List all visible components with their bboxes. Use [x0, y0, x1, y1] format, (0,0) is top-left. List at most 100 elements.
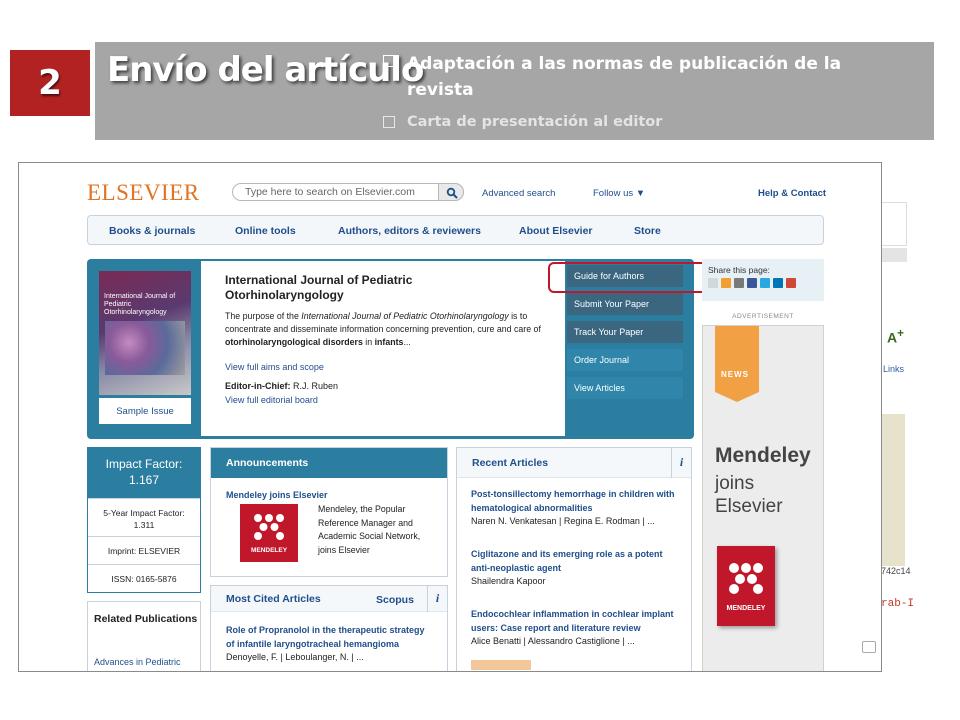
- mendeley-network-icon: [729, 563, 763, 594]
- article-authors: Alice Benatti | Alessandro Castiglione |…: [471, 636, 635, 646]
- article-title[interactable]: Ciglitazone and its emerging role as a p…: [471, 548, 681, 575]
- article-item[interactable]: Endocochlear inflammation in cochlear im…: [471, 608, 681, 649]
- slide: 2 Envío del artículo Adaptación a las no…: [0, 0, 960, 720]
- guide-for-authors-highlight: [548, 262, 716, 293]
- google-plus-icon[interactable]: [786, 278, 796, 288]
- mendeley-wordmark: MENDELEY: [726, 605, 766, 612]
- mendeley-advertisement[interactable]: NEWS Mendeley joins Elsevier MENDELEY: [702, 325, 824, 671]
- article-item[interactable]: Role of Propranolol in the therapeutic s…: [226, 624, 434, 665]
- related-heading: Related Publications: [94, 613, 198, 625]
- metrics-box: Impact Factor: 1.167 5-Year Impact Factor…: [87, 447, 201, 593]
- aims-scope-link[interactable]: View full aims and scope: [225, 362, 324, 372]
- ad-subline: joins Elsevier: [715, 473, 783, 517]
- order-journal-button[interactable]: Order Journal: [567, 349, 683, 371]
- announcements-heading: Announcements: [211, 448, 447, 478]
- journal-info: International Journal of Pediatric Otorh…: [201, 261, 565, 436]
- article-authors: Denoyelle, F. | Leboulanger, N. | ...: [226, 652, 364, 662]
- scopus-badge: Scopus: [376, 594, 414, 606]
- journal-title: International Journal of Pediatric Otorh…: [225, 273, 413, 302]
- mendeley-network-icon: [254, 514, 284, 540]
- mendeley-wordmark: MENDELEY: [250, 547, 288, 554]
- print-icon[interactable]: [734, 278, 744, 288]
- nav-authors-editors[interactable]: Authors, editors & reviewers: [338, 225, 481, 237]
- impact-factor: Impact Factor: 1.167: [88, 448, 200, 498]
- cover-image: [105, 321, 185, 375]
- bullet-text: Carta de presentación al editor: [407, 114, 663, 130]
- share-out-icon[interactable]: [862, 641, 876, 653]
- view-articles-button[interactable]: View Articles: [567, 377, 683, 399]
- main-nav: Books & journals Online tools Authors, e…: [87, 215, 824, 245]
- search-placeholder: Type here to search on Elsevier.com: [245, 186, 415, 198]
- nav-online-tools[interactable]: Online tools: [235, 225, 296, 237]
- linkedin-icon[interactable]: [773, 278, 783, 288]
- next-item-stub: [471, 660, 531, 670]
- twitter-icon[interactable]: [760, 278, 770, 288]
- article-item[interactable]: Post-tonsillectomy hemorrhage in childre…: [471, 488, 681, 529]
- mendeley-logo-icon: MENDELEY: [240, 504, 298, 562]
- email-icon[interactable]: [708, 278, 718, 288]
- editor-in-chief: Editor-in-Chief: R.J. Ruben: [225, 381, 339, 391]
- share-box: Share this page:: [702, 259, 824, 301]
- checkbox-bullet-icon: [383, 55, 395, 67]
- recent-articles-heading: Recent Articles: [457, 448, 691, 478]
- article-authors: Naren N. Venkatesan | Regina E. Rodman |…: [471, 516, 655, 526]
- five-year-impact: 5-Year Impact Factor: 1.311: [88, 498, 200, 536]
- announcements-panel: Announcements Mendeley joins Elsevier ME…: [210, 447, 448, 577]
- mendeley-logo-icon: MENDELEY: [717, 546, 775, 626]
- bullet-text: Adaptación a las normas de publicación d…: [407, 54, 842, 100]
- most-cited-panel: Most Cited Articles Scopus i Role of Pro…: [210, 585, 448, 671]
- checkbox-bullet-icon: [383, 116, 395, 128]
- search-button[interactable]: [438, 183, 464, 201]
- journal-cover[interactable]: International Journal of Pediatric Otorh…: [99, 271, 191, 395]
- share-icons: [708, 278, 796, 288]
- slide-header-band: Envío del artículo Adaptación a las norm…: [95, 42, 934, 140]
- bg-code: 742c14: [881, 566, 911, 576]
- cover-title: International Journal of Pediatric Otorh…: [104, 293, 176, 316]
- article-authors: Shailendra Kapoor: [471, 576, 546, 586]
- step-number-badge: 2: [10, 50, 90, 116]
- advertisement-label: ADVERTISEMENT: [732, 313, 794, 320]
- font-size-button[interactable]: A+: [887, 327, 904, 346]
- announcement-link[interactable]: Mendeley joins Elsevier: [226, 490, 328, 500]
- bg-links[interactable]: Links: [883, 364, 904, 374]
- follow-us-menu[interactable]: Follow us ▼: [593, 188, 645, 199]
- bg-panel: [881, 202, 907, 246]
- advanced-search-link[interactable]: Advanced search: [482, 188, 555, 199]
- issn: ISSN: 0165-5876: [88, 564, 200, 592]
- announcement-text: Mendeley, the Popular Reference Manager …: [318, 504, 421, 555]
- search-input[interactable]: Type here to search on Elsevier.com: [232, 183, 464, 201]
- bullet-normas: Adaptación a las normas de publicación d…: [383, 51, 883, 103]
- bg-panel: [881, 248, 907, 262]
- elsevier-screenshot: ELSEVIER Type here to search on Elsevier…: [18, 162, 882, 672]
- imprint: Imprint: ELSEVIER: [88, 536, 200, 564]
- nav-store[interactable]: Store: [634, 225, 661, 237]
- help-contact-link[interactable]: Help & Contact: [758, 188, 826, 199]
- bullet-carta: Carta de presentación al editor: [383, 114, 662, 130]
- journal-description: The purpose of the International Journal…: [225, 311, 541, 347]
- elsevier-logo[interactable]: ELSEVIER: [87, 180, 200, 206]
- search-icon: [446, 187, 458, 199]
- article-title[interactable]: Role of Propranolol in the therapeutic s…: [226, 624, 434, 651]
- bg-red-text: rab-I: [881, 598, 915, 610]
- submit-paper-button[interactable]: Submit Your Paper: [567, 293, 683, 315]
- article-title[interactable]: Post-tonsillectomy hemorrhage in childre…: [471, 488, 681, 515]
- bookmark-icon[interactable]: [721, 278, 731, 288]
- article-title[interactable]: Endocochlear inflammation in cochlear im…: [471, 608, 681, 635]
- nav-about-elsevier[interactable]: About Elsevier: [519, 225, 593, 237]
- sample-issue-link[interactable]: Sample Issue: [99, 398, 191, 424]
- info-icon[interactable]: i: [671, 448, 691, 478]
- ad-headline: Mendeley: [715, 444, 811, 467]
- editorial-board-link[interactable]: View full editorial board: [225, 395, 318, 405]
- track-paper-button[interactable]: Track Your Paper: [567, 321, 683, 343]
- news-ribbon: NEWS: [715, 326, 759, 392]
- nav-books-journals[interactable]: Books & journals: [109, 225, 195, 237]
- article-item[interactable]: Ciglitazone and its emerging role as a p…: [471, 548, 681, 589]
- related-publications: Related Publications Advances in Pediatr…: [87, 601, 201, 671]
- related-link[interactable]: Advances in Pediatric: [94, 657, 181, 667]
- news-ribbon-tail: [715, 392, 759, 402]
- background-window: A+ Links 742c14 rab-I: [880, 182, 920, 618]
- slide-title: Envío del artículo: [107, 50, 424, 90]
- facebook-icon[interactable]: [747, 278, 757, 288]
- recent-articles-panel: Recent Articles i Post-tonsillectomy hem…: [456, 447, 692, 671]
- info-icon[interactable]: i: [427, 586, 447, 612]
